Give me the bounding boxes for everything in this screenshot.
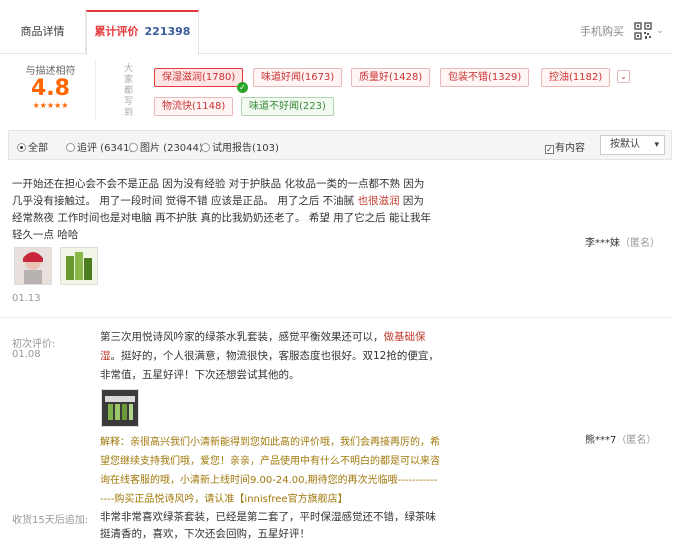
- filter-append-label: 追评 (6341): [77, 143, 134, 154]
- mobile-buy-link[interactable]: 手机购买: [580, 10, 624, 54]
- review-item: 初次评价: 01.08 第三次用悦诗风吟家的绿茶水乳套装，感觉平衡效果还可以，做…: [0, 325, 672, 555]
- filter-all-label: 全部: [28, 143, 48, 154]
- review-text-part: 。挺好的，个人很满意，物流很快，客服态度也很好。双12抢的便宜，非常值，五星好评…: [100, 350, 439, 381]
- tab-reviews-count: 221398: [144, 25, 191, 38]
- initial-review-label: 初次评价:: [12, 339, 56, 350]
- seller-reply: 解释：亲很高兴我们小清新能得到您如此高的评价哦，我们会再接再厉的，希望您继续支持…: [100, 437, 440, 505]
- tab-reviews[interactable]: 累计评价 221398: [86, 10, 199, 55]
- anonymous-badge: （匿名）: [620, 238, 660, 249]
- tab-reviews-label: 累计评价: [94, 25, 139, 38]
- checkbox-checked-icon[interactable]: ✓: [545, 145, 554, 154]
- review-date: 01.08: [12, 349, 41, 360]
- review-item: 一开始还在担心会不会不是正品 因为没有经验 对于护肤品 化妆品一类的一点都不熟 …: [0, 172, 672, 318]
- review-photo-thumbnail[interactable]: [14, 247, 52, 285]
- review-keyword-highlight: 也很滋润: [357, 195, 400, 207]
- tag-good-quality[interactable]: 质量好(1428): [351, 68, 431, 87]
- append-review-label: 收货15天后追加:: [12, 515, 89, 526]
- expand-tags-icon[interactable]: ⌄: [617, 70, 630, 83]
- qr-code-icon[interactable]: [634, 22, 652, 40]
- radio-icon[interactable]: [129, 143, 138, 152]
- reviewer-name-text: 李***妹: [585, 238, 620, 249]
- tag-moisturizing[interactable]: 保湿滋润(1780): [154, 68, 244, 87]
- radio-icon[interactable]: [201, 143, 210, 152]
- anonymous-badge: （匿名）: [616, 435, 657, 446]
- filter-images-label: 图片 (23044): [140, 143, 203, 154]
- check-icon: ✓: [237, 82, 248, 93]
- review-text: 一开始还在担心会不会不是正品 因为没有经验 对于护肤品 化妆品一类的一点都不熟 …: [12, 176, 432, 244]
- tab-bar: 商品详情 累计评价 221398 手机购买 ⌄: [0, 10, 672, 55]
- has-content-checkbox[interactable]: ✓ 有内容: [545, 139, 585, 154]
- star-rating: ★★★★★: [32, 101, 69, 110]
- tab-product-details[interactable]: 商品详情: [0, 10, 86, 54]
- has-content-label: 有内容: [555, 143, 585, 154]
- tag-fast-shipping[interactable]: 物流快(1148): [154, 97, 234, 116]
- filter-all[interactable]: 全部: [17, 139, 48, 154]
- tag-good-packaging[interactable]: 包装不错(1329): [440, 68, 530, 87]
- tags-heading: 大家都写到: [124, 64, 134, 118]
- review-filter-bar: 全部 追评 (6341) 图片 (23044) 试用报告(103) ✓ 有内容 按…: [8, 130, 672, 160]
- filter-trial-label: 试用报告(103): [212, 143, 279, 154]
- review-text-part: 第三次用悦诗风吟家的绿茶水乳套装，感觉平衡效果还可以，: [100, 331, 384, 343]
- reviewer-name: 熊***7（匿名）: [585, 431, 656, 446]
- radio-selected-icon[interactable]: [17, 143, 26, 152]
- reviewer-name: 李***妹（匿名）: [585, 234, 660, 249]
- reviewer-name-text: 熊***7: [585, 435, 617, 446]
- score-value: 4.8: [31, 76, 70, 101]
- append-review-text: 非常非常喜欢绿茶套装，已经是第二套了，平时保湿感觉还不错，绿茶味挺清香的，喜欢，…: [100, 511, 436, 540]
- tag-nice-scent[interactable]: 味道好闻(1673): [253, 68, 343, 87]
- score-label: 与描述相符: [25, 66, 76, 77]
- tag-bad-scent[interactable]: 味道不好闻(223): [241, 97, 334, 116]
- filter-images[interactable]: 图片 (23044): [129, 139, 203, 154]
- chevron-down-icon: ▾: [654, 140, 659, 150]
- filter-append[interactable]: 追评 (6341): [66, 139, 133, 154]
- review-date: 01.13: [12, 293, 41, 304]
- filter-trial[interactable]: 试用报告(103): [201, 139, 279, 154]
- review-text: 第三次用悦诗风吟家的绿茶水乳套装，感觉平衡效果还可以，做基础保湿。挺好的，个人很…: [100, 328, 440, 385]
- rating-summary: 与描述相符 4.8 ★★★★★ 大家都写到 保湿滋润(1780) ✓ 味道好闻(…: [0, 54, 672, 122]
- chevron-down-icon[interactable]: ⌄: [656, 25, 664, 36]
- review-photo-thumbnail[interactable]: [60, 247, 98, 285]
- radio-icon[interactable]: [66, 143, 75, 152]
- sort-label: 按默认: [610, 139, 640, 150]
- sort-dropdown[interactable]: 按默认 ▾: [600, 135, 665, 155]
- score-box: 与描述相符 4.8 ★★★★★: [6, 60, 96, 120]
- review-photo-thumbnail[interactable]: [101, 389, 139, 427]
- tag-oil-control[interactable]: 控油(1182): [541, 68, 611, 87]
